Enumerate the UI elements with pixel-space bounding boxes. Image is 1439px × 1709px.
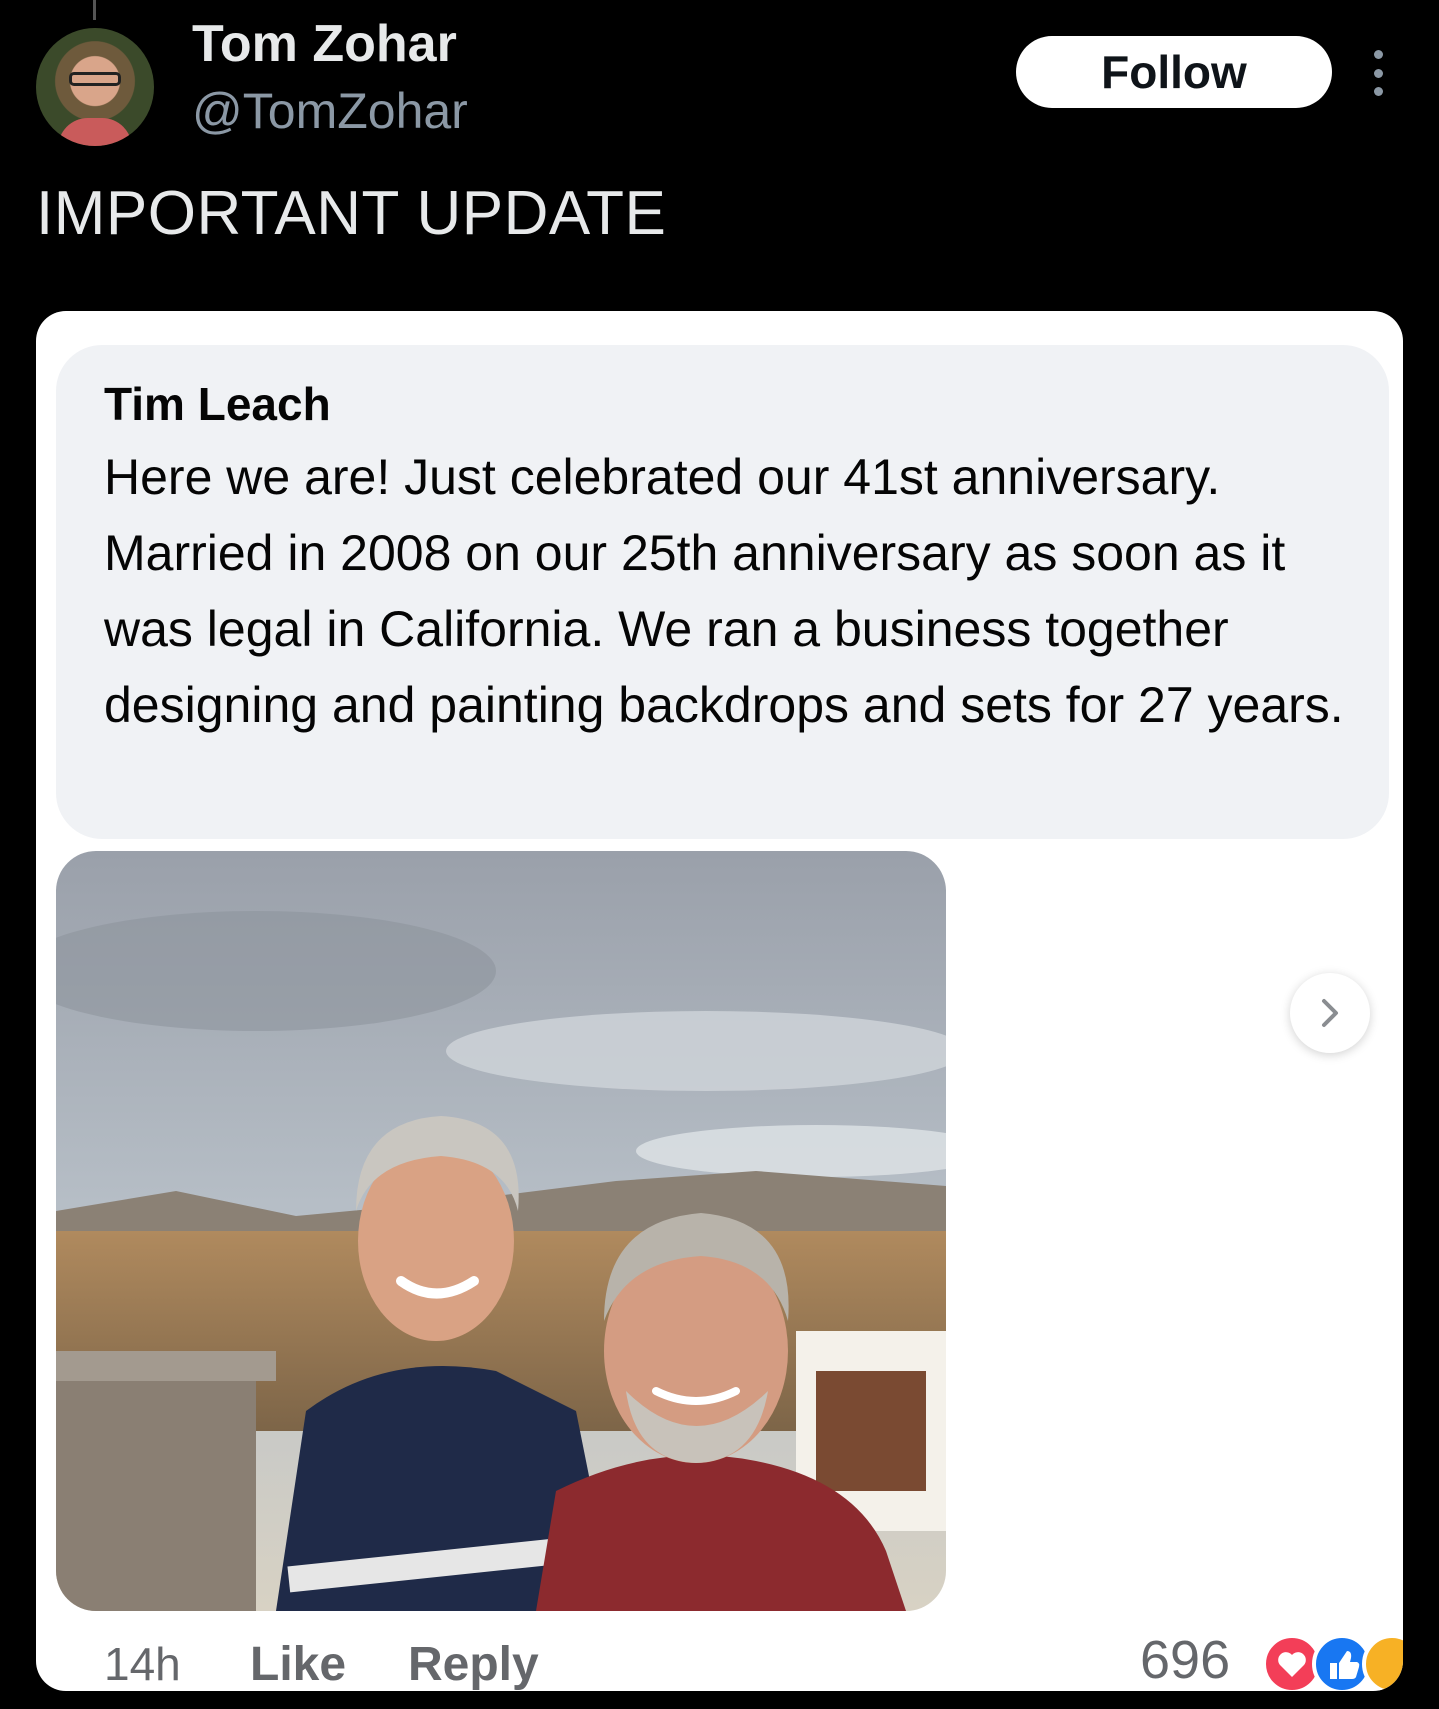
avatar[interactable] — [36, 28, 154, 146]
attached-screenshot[interactable]: Tim Leach Here we are! Just celebrated o… — [36, 311, 1403, 1691]
like-link[interactable]: Like — [250, 1637, 346, 1691]
thread-connector — [93, 0, 96, 20]
follow-button[interactable]: Follow — [1016, 36, 1332, 108]
more-options-icon[interactable] — [1366, 50, 1390, 96]
reaction-count[interactable]: 696 — [1140, 1629, 1230, 1691]
author-handle[interactable]: @TomZohar — [192, 82, 468, 140]
comment-timestamp[interactable]: 14h — [104, 1637, 181, 1691]
comment-text: Here we are! Just celebrated our 41st an… — [104, 449, 1344, 733]
tweet-text: IMPORTANT UPDATE — [36, 179, 667, 248]
reply-link[interactable]: Reply — [408, 1637, 539, 1691]
heart-reaction-icon — [1262, 1634, 1322, 1691]
next-photo-icon[interactable] — [1290, 973, 1370, 1053]
comment-photo[interactable] — [56, 851, 946, 1611]
like-reaction-icon — [1312, 1634, 1372, 1691]
author-name[interactable]: Tom Zohar — [192, 14, 457, 74]
reactions-icons[interactable] — [1262, 1633, 1403, 1691]
haha-reaction-icon — [1362, 1634, 1403, 1691]
comment-author[interactable]: Tim Leach — [104, 377, 331, 431]
